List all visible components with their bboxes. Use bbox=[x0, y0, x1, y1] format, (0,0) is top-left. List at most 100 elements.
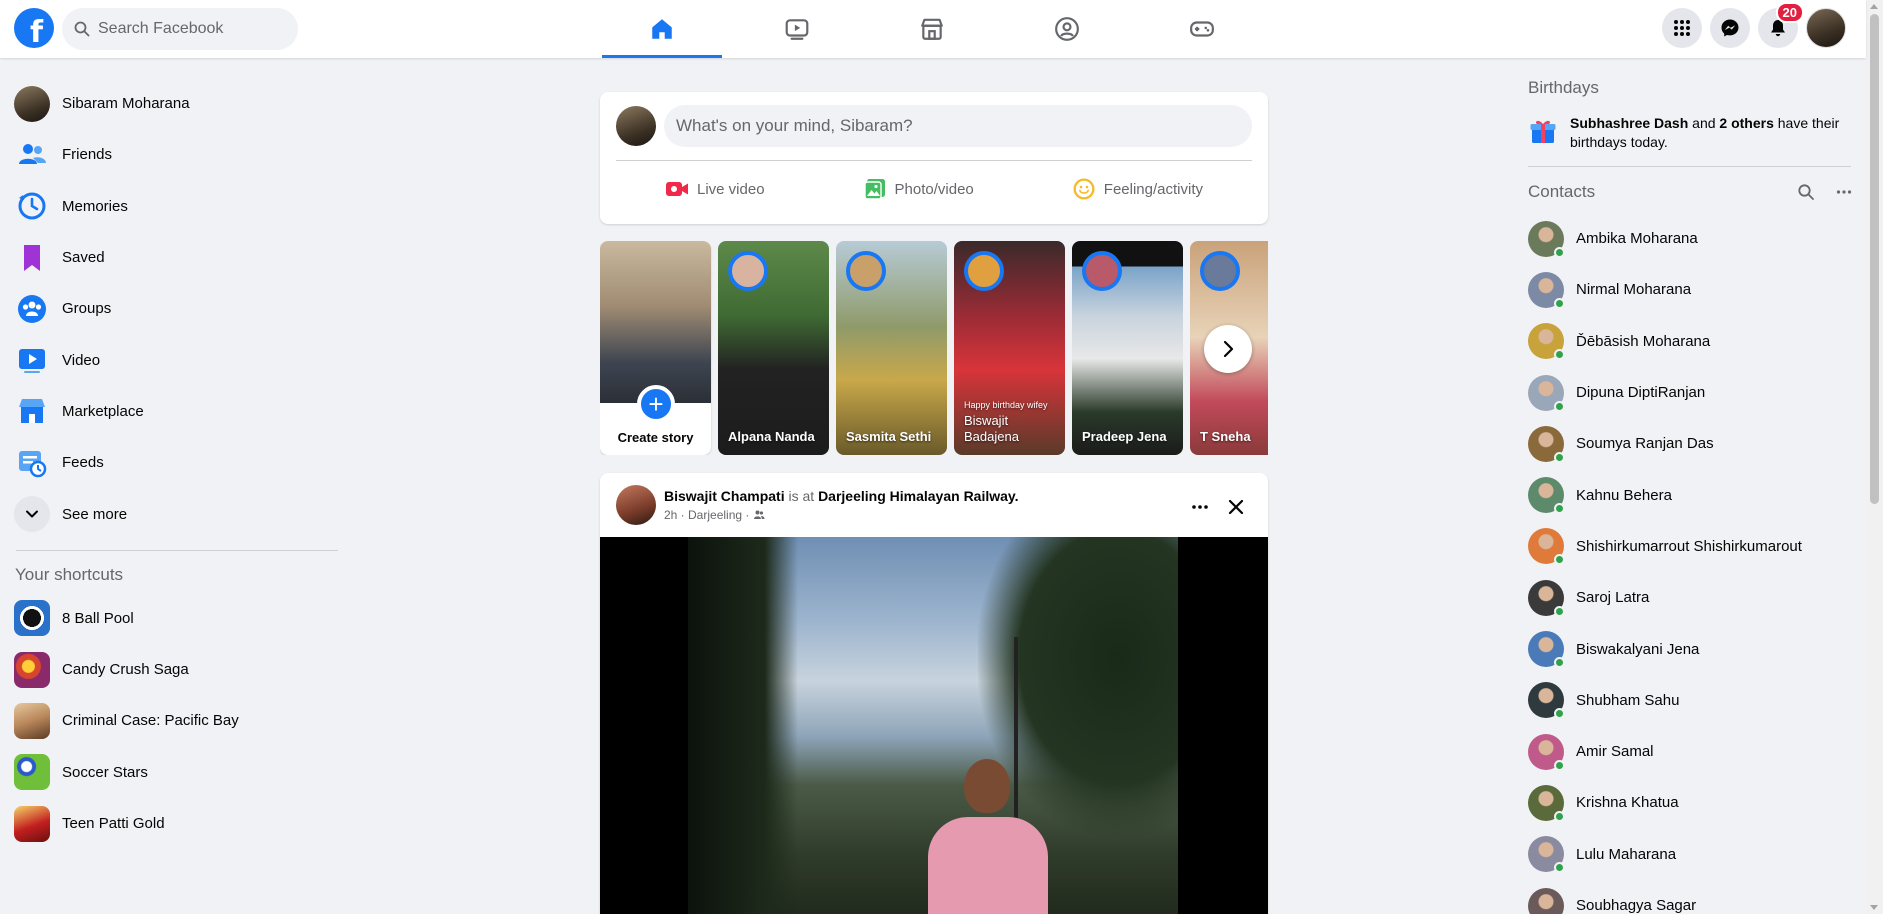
stories-next-button[interactable] bbox=[1204, 325, 1252, 373]
contacts-list: Ambika Moharana Nirmal Moharana Ďēbāsish M… bbox=[1528, 213, 1853, 914]
avatar bbox=[1528, 528, 1565, 566]
chevron-right-icon bbox=[1223, 340, 1234, 358]
post-is-at: is at bbox=[788, 488, 815, 504]
story-card[interactable]: Sasmita Sethi bbox=[836, 241, 947, 455]
avatar bbox=[1528, 220, 1565, 258]
avatar[interactable] bbox=[616, 485, 656, 525]
contact-item[interactable]: Dipuna DiptiRanjan bbox=[1528, 367, 1853, 418]
contact-item[interactable]: Ďēbāsish Moharana bbox=[1528, 316, 1853, 367]
contact-item[interactable]: Soumya Ranjan Das bbox=[1528, 418, 1853, 469]
story-avatar bbox=[846, 251, 886, 291]
memories-icon bbox=[14, 188, 50, 224]
online-status-dot bbox=[1554, 349, 1565, 361]
story-card[interactable]: Pradeep Jena bbox=[1072, 241, 1183, 455]
contact-item[interactable]: Krishna Khatua bbox=[1528, 777, 1853, 828]
account-avatar[interactable] bbox=[1806, 8, 1846, 48]
shortcut-soccer-stars[interactable]: Soccer Stars bbox=[8, 747, 338, 798]
sidebar-item-saved[interactable]: Saved bbox=[8, 232, 338, 283]
more-horizontal-icon bbox=[1192, 505, 1208, 509]
page-scrollbar[interactable] bbox=[1866, 0, 1883, 914]
shortcut-criminal-case[interactable]: Criminal Case: Pacific Bay bbox=[8, 695, 338, 746]
contact-item[interactable]: Shubham Sahu bbox=[1528, 675, 1853, 726]
post-meta[interactable]: 2h · Darjeeling · bbox=[664, 508, 749, 522]
story-avatar bbox=[728, 251, 768, 291]
avatar bbox=[14, 85, 50, 122]
notification-badge: 20 bbox=[1775, 2, 1804, 23]
contact-item[interactable]: Shishirkumarrout Shishirkumarout bbox=[1528, 521, 1853, 572]
contact-item[interactable]: Kahnu Behera bbox=[1528, 469, 1853, 520]
sidebar-item-label: Memories bbox=[62, 197, 128, 215]
create-story-card[interactable]: + Create story bbox=[600, 241, 711, 455]
video-icon bbox=[14, 342, 50, 378]
sidebar-item-groups[interactable]: Groups bbox=[8, 283, 338, 334]
tab-home[interactable] bbox=[600, 0, 724, 58]
scroll-up-arrow[interactable] bbox=[1870, 4, 1878, 9]
menu-button[interactable] bbox=[1662, 8, 1702, 48]
chevron-down-icon bbox=[26, 510, 38, 518]
avatar bbox=[1528, 682, 1565, 720]
sidebar-divider bbox=[16, 549, 338, 551]
shortcut-icon-candy-crush bbox=[14, 651, 50, 688]
facebook-logo[interactable]: f bbox=[14, 8, 54, 50]
main-nav-tabs bbox=[600, 0, 1275, 58]
story-card[interactable]: Alpana Nanda bbox=[718, 241, 829, 455]
contact-item[interactable]: Biswakalyani Jena bbox=[1528, 623, 1853, 674]
online-status-dot bbox=[1554, 605, 1565, 617]
sidebar-item-label: Saved bbox=[62, 249, 105, 267]
friends-icon bbox=[14, 137, 50, 173]
post-author[interactable]: Biswajit Champati bbox=[664, 488, 785, 504]
contact-item[interactable]: Amir Samal bbox=[1528, 726, 1853, 777]
avatar bbox=[1528, 323, 1565, 361]
contact-item[interactable]: Soubhagya Sagar bbox=[1528, 880, 1853, 914]
post-photo[interactable] bbox=[600, 537, 1268, 914]
story-avatar bbox=[1082, 251, 1122, 291]
search-icon[interactable] bbox=[1797, 183, 1815, 201]
hide-post-button[interactable] bbox=[1218, 489, 1254, 525]
contact-name: Dipuna DiptiRanjan bbox=[1576, 384, 1706, 402]
birthday-and: and bbox=[1692, 115, 1716, 131]
contact-item[interactable]: Ambika Moharana bbox=[1528, 213, 1853, 264]
sidebar-item-see-more[interactable]: See more bbox=[8, 488, 338, 539]
shortcut-icon-criminal-case bbox=[14, 702, 50, 739]
sidebar-item-memories[interactable]: Memories bbox=[8, 181, 338, 232]
more-horizontal-icon[interactable] bbox=[1835, 183, 1853, 201]
shortcut-teen-patti-gold[interactable]: Teen Patti Gold bbox=[8, 798, 338, 849]
sidebar-item-profile[interactable]: Sibaram Moharana bbox=[8, 78, 338, 129]
friends-privacy-icon bbox=[754, 510, 765, 519]
feeling-activity-button[interactable]: Feeling/activity bbox=[1072, 169, 1203, 209]
scroll-thumb[interactable] bbox=[1870, 14, 1879, 504]
composer-divider bbox=[616, 160, 1252, 161]
post-options-button[interactable] bbox=[1182, 489, 1218, 525]
online-status-dot bbox=[1554, 862, 1565, 874]
shortcut-candy-crush[interactable]: Candy Crush Saga bbox=[8, 644, 338, 695]
plus-icon: + bbox=[637, 385, 675, 423]
notifications-button[interactable]: 20 bbox=[1758, 2, 1804, 48]
sidebar-item-feeds[interactable]: Feeds bbox=[8, 437, 338, 488]
create-story-photo bbox=[600, 241, 711, 403]
contact-name: Ambika Moharana bbox=[1576, 230, 1698, 248]
avatar bbox=[1528, 477, 1565, 515]
sidebar-item-friends[interactable]: Friends bbox=[8, 129, 338, 180]
grid-menu-icon bbox=[1674, 20, 1690, 36]
tab-gaming[interactable] bbox=[1140, 0, 1264, 58]
tab-marketplace[interactable] bbox=[870, 0, 994, 58]
contact-item[interactable]: Saroj Latra bbox=[1528, 572, 1853, 623]
messenger-button[interactable] bbox=[1710, 8, 1750, 48]
scroll-down-arrow[interactable] bbox=[1870, 905, 1878, 910]
photo-video-button[interactable]: Photo/video bbox=[863, 169, 974, 209]
contact-item[interactable]: Nirmal Moharana bbox=[1528, 264, 1853, 315]
tab-watch[interactable] bbox=[735, 0, 859, 58]
birthday-notice[interactable]: Subhashree Dash and 2 others have their … bbox=[1528, 114, 1853, 152]
post-location[interactable]: Darjeeling Himalayan Railway. bbox=[818, 488, 1019, 504]
sidebar-item-marketplace[interactable]: Marketplace bbox=[8, 386, 338, 437]
sidebar-item-video[interactable]: Video bbox=[8, 334, 338, 385]
shortcut-8-ball-pool[interactable]: 8 Ball Pool bbox=[8, 593, 338, 644]
search-box[interactable] bbox=[62, 8, 298, 50]
contact-item[interactable]: Lulu Maharana bbox=[1528, 829, 1853, 880]
story-card[interactable]: Happy birthday wifey Biswajit Badajena bbox=[954, 241, 1065, 455]
gift-icon bbox=[1530, 120, 1556, 143]
composer-input[interactable]: What's on your mind, Sibaram? bbox=[664, 105, 1252, 147]
live-video-button[interactable]: Live video bbox=[665, 169, 765, 209]
search-input[interactable] bbox=[98, 20, 278, 38]
tab-groups[interactable] bbox=[1005, 0, 1129, 58]
